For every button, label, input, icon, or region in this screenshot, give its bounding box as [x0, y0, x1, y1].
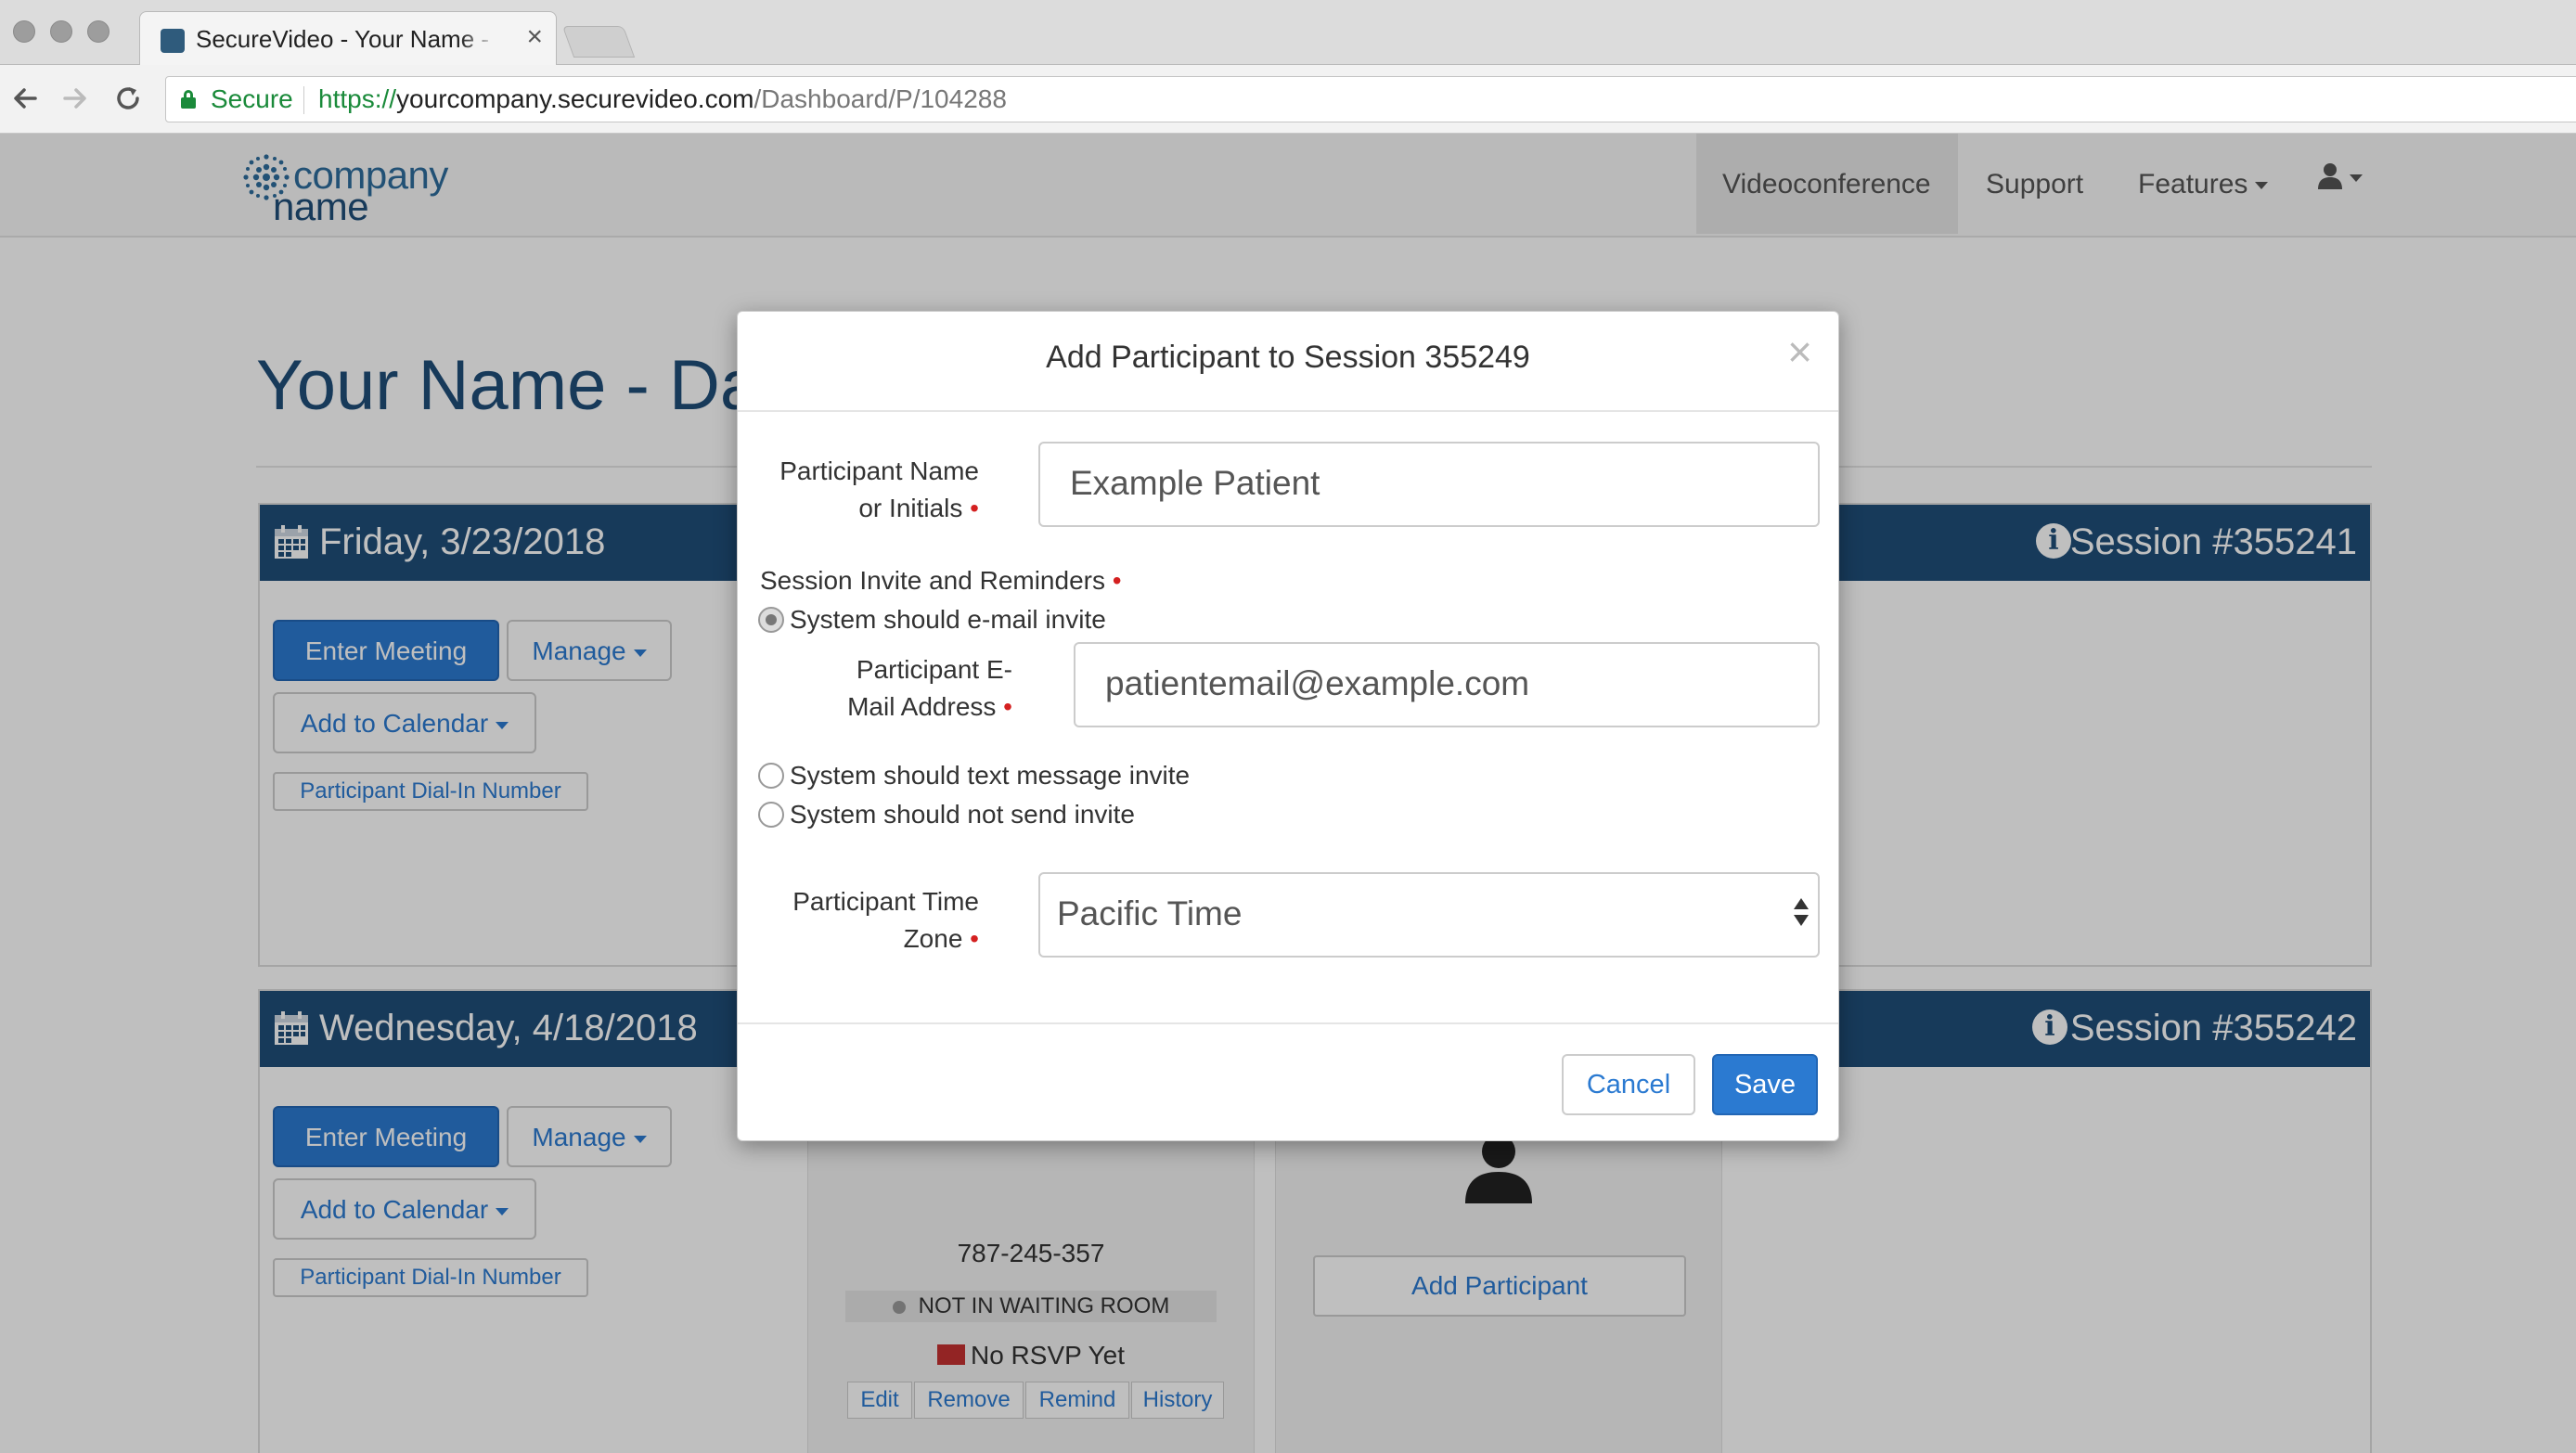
url-scheme: https:// — [318, 84, 397, 113]
favicon-icon — [161, 29, 185, 53]
participant-name-label: Participant Name or Initials — [756, 453, 979, 527]
window-close-icon[interactable] — [13, 20, 35, 43]
lock-icon — [181, 90, 196, 109]
participant-email-input[interactable]: patientemail@example.com — [1074, 642, 1820, 727]
address-bar: Secure https://yourcompany.securevideo.c… — [0, 65, 2576, 134]
participant-email-label-line2: Mail Address — [847, 692, 1012, 721]
timezone-select[interactable]: Pacific Time — [1038, 872, 1820, 958]
participant-email-label: Participant E- Mail Address — [793, 651, 1012, 726]
invite-section-label: Session Invite and Reminders — [760, 564, 1122, 598]
radio-no-invite[interactable] — [758, 802, 784, 828]
tab-close-icon[interactable]: × — [526, 23, 543, 51]
secure-label: Secure — [211, 84, 293, 113]
browser-tab[interactable]: SecureVideo - Your Name - Dashboard × — [139, 11, 557, 65]
window-minimize-icon[interactable] — [50, 20, 72, 43]
url-host: yourcompany.securevideo.com — [396, 84, 754, 113]
close-icon[interactable]: × — [1787, 330, 1812, 373]
back-arrow-icon[interactable] — [11, 82, 39, 121]
omnibox-separator — [303, 86, 304, 114]
timezone-label-line2: Zone — [904, 924, 979, 953]
url-path: /Dashboard/P/104288 — [753, 84, 1007, 113]
modal-header-divider — [738, 410, 1838, 412]
reload-icon[interactable] — [113, 82, 143, 121]
add-participant-modal: Add Participant to Session 355249 × Part… — [737, 311, 1839, 1141]
window-zoom-icon[interactable] — [87, 20, 109, 43]
invite-section-label-text: Session Invite and Reminders — [760, 566, 1122, 595]
radio-text-invite-label[interactable]: System should text message invite — [790, 759, 1190, 792]
modal-title: Add Participant to Session 355249 — [1046, 340, 1530, 375]
radio-email-invite[interactable] — [758, 607, 784, 633]
cancel-button[interactable]: Cancel — [1562, 1054, 1695, 1115]
participant-name-input[interactable]: Example Patient — [1038, 442, 1820, 527]
timezone-select-value: Pacific Time — [1057, 894, 1243, 932]
participant-name-label-line2: or Initials — [858, 494, 979, 522]
radio-email-invite-label[interactable]: System should e-mail invite — [790, 603, 1106, 636]
timezone-label: Participant Time Zone — [756, 883, 979, 958]
save-button[interactable]: Save — [1712, 1054, 1818, 1115]
radio-no-invite-label[interactable]: System should not send invite — [790, 798, 1135, 831]
timezone-label-line1: Participant Time — [792, 887, 979, 916]
select-arrows-icon — [1794, 898, 1809, 935]
browser-tabbar: SecureVideo - Your Name - Dashboard × — [0, 0, 2576, 65]
new-tab-button[interactable] — [561, 26, 636, 58]
modal-footer-divider — [738, 1022, 1838, 1024]
url-input[interactable]: Secure https://yourcompany.securevideo.c… — [165, 76, 2576, 122]
radio-text-invite[interactable] — [758, 763, 784, 789]
forward-arrow-icon[interactable] — [61, 82, 89, 121]
url-text: https://yourcompany.securevideo.com/Dash… — [318, 84, 1007, 114]
tab-title: SecureVideo - Your Name - Dashboard — [196, 25, 497, 54]
participant-name-label-line1: Participant Name — [779, 456, 979, 485]
participant-email-label-line1: Participant E- — [856, 655, 1012, 684]
